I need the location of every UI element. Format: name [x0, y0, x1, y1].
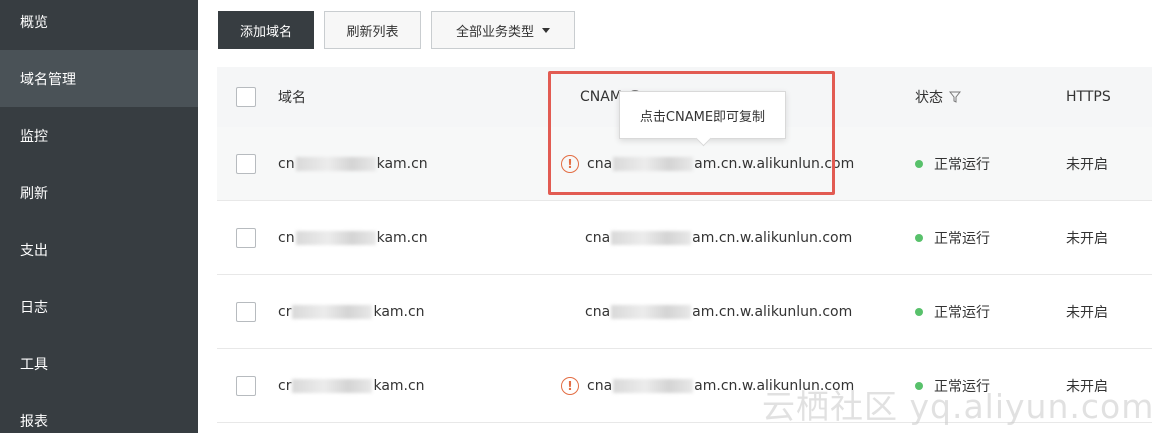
sidebar: 概览 域名管理 监控 刷新 支出 日志 工具 报表 [0, 0, 198, 433]
caret-down-icon [542, 27, 550, 33]
sidebar-item-label: 支出 [20, 242, 48, 259]
domain-prefix: cr [278, 377, 292, 394]
add-domain-button[interactable]: 添加域名 [218, 11, 314, 49]
https-cell: 未开启 [1066, 127, 1108, 200]
status-ok-dot [915, 307, 923, 316]
status-label: 正常运行 [934, 156, 990, 173]
cname-prefix: cna [587, 377, 613, 394]
row-checkbox[interactable] [236, 227, 256, 248]
sidebar-item-label: 概览 [20, 14, 48, 31]
domain-cell: cn kam.cn [278, 127, 428, 200]
row-checkbox[interactable] [236, 301, 256, 322]
cname-cell[interactable]: cna am.cn.w.alikunlun.com [585, 201, 852, 274]
domain-suffix: kam.cn [376, 229, 428, 246]
sidebar-item-reports[interactable]: 报表 [0, 392, 198, 433]
sidebar-item-refresh[interactable]: 刷新 [0, 164, 198, 221]
header-cname-label: CNAM [580, 89, 622, 105]
cname-suffix: am.cn.w.alikunlun.com [692, 303, 853, 320]
domain-suffix: kam.cn [373, 303, 425, 320]
filter-icon[interactable] [949, 91, 961, 103]
status-ok-dot [915, 159, 923, 168]
status-label: 正常运行 [934, 304, 990, 321]
row-checkbox[interactable] [236, 153, 256, 174]
sidebar-item-label: 日志 [20, 299, 48, 316]
cname-prefix: cna [585, 303, 611, 320]
redacted-blur [611, 230, 692, 245]
status-cell: 正常运行 [915, 201, 990, 274]
https-cell: 未开启 [1066, 201, 1108, 274]
redacted-blur [295, 230, 376, 245]
sidebar-item-label: 报表 [20, 413, 48, 430]
redacted-blur [611, 304, 692, 319]
domain-cell: cr kam.cn [278, 275, 425, 348]
business-type-label: 全部业务类型 [455, 24, 534, 40]
status-label: 正常运行 [934, 230, 990, 247]
header-domain-label: 域名 [278, 90, 306, 106]
refresh-list-button[interactable]: 刷新列表 [324, 11, 421, 49]
sidebar-item-label: 工具 [20, 356, 48, 373]
domain-suffix: kam.cn [373, 377, 425, 394]
cname-prefix: cna [587, 155, 613, 172]
cname-suffix: am.cn.w.alikunlun.com [694, 155, 855, 172]
sidebar-item-domain-management[interactable]: 域名管理 [0, 50, 198, 107]
status-cell: 正常运行 [915, 275, 990, 348]
header-domain: 域名 [278, 67, 306, 127]
domain-prefix: cn [278, 155, 295, 172]
table-row: cr kam.cn cna am.cn.w.alikunlun.com 正常运行 未… [217, 275, 1152, 349]
redacted-blur [613, 378, 694, 393]
redacted-blur [292, 304, 373, 319]
https-label: 未开启 [1066, 156, 1108, 173]
redacted-blur [292, 378, 373, 393]
cname-suffix: am.cn.w.alikunlun.com [692, 229, 853, 246]
domain-suffix: kam.cn [376, 155, 428, 172]
https-label: 未开启 [1066, 230, 1108, 247]
header-https: HTTPS [1066, 67, 1111, 127]
header-status: 状态 [915, 67, 961, 127]
sidebar-item-overview[interactable]: 概览 [0, 0, 198, 50]
copy-cname-tooltip: 点击CNAME即可复制 [619, 91, 786, 139]
exclamation-circle-icon: ! [561, 376, 579, 395]
domain-prefix: cr [278, 303, 292, 320]
sidebar-item-tools[interactable]: 工具 [0, 335, 198, 392]
tooltip-text: 点击CNAME即可复制 [639, 109, 766, 125]
status-ok-dot [915, 233, 923, 242]
header-status-label: 状态 [915, 90, 943, 106]
refresh-list-label: 刷新列表 [346, 24, 399, 40]
status-cell: 正常运行 [915, 127, 990, 200]
domain-cell: cn kam.cn [278, 201, 428, 274]
https-cell: 未开启 [1066, 275, 1108, 348]
sidebar-item-label: 刷新 [20, 185, 48, 202]
domain-prefix: cn [278, 229, 295, 246]
https-label: 未开启 [1066, 304, 1108, 321]
watermark: 云栖社区 yq.aliyun.com [762, 387, 1152, 426]
sidebar-item-label: 域名管理 [20, 71, 76, 88]
exclamation-circle-icon: ! [561, 154, 579, 173]
sidebar-item-logs[interactable]: 日志 [0, 278, 198, 335]
header-https-label: HTTPS [1066, 89, 1111, 105]
cname-cell[interactable]: cna am.cn.w.alikunlun.com [585, 275, 852, 348]
select-all-checkbox[interactable] [236, 87, 256, 107]
row-checkbox[interactable] [236, 375, 256, 396]
table-row: cn kam.cn cna am.cn.w.alikunlun.com 正常运行 未… [217, 201, 1152, 275]
redacted-blur [295, 156, 376, 171]
business-type-dropdown[interactable]: 全部业务类型 [431, 11, 575, 49]
domain-cell: cr kam.cn [278, 349, 425, 422]
redacted-blur [613, 156, 694, 171]
sidebar-item-monitor[interactable]: 监控 [0, 107, 198, 164]
sidebar-item-label: 监控 [20, 128, 48, 145]
sidebar-item-expenses[interactable]: 支出 [0, 221, 198, 278]
add-domain-label: 添加域名 [239, 24, 292, 40]
cname-prefix: cna [585, 229, 611, 246]
